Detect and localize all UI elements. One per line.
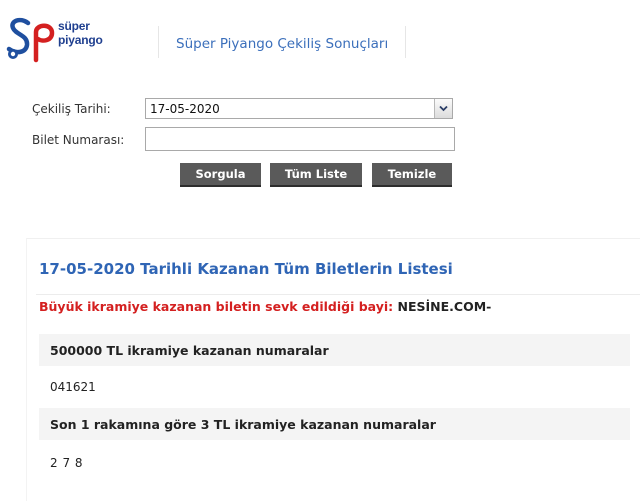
jackpot-dealer-value: NESİNE.COM-	[397, 299, 492, 314]
draw-date-select[interactable]: 17-05-2020	[145, 98, 453, 119]
draw-date-label: Çekiliş Tarihi:	[32, 102, 111, 116]
header-divider-left	[158, 26, 159, 58]
prize-winning-numbers: 2 7 8	[50, 456, 83, 470]
ticket-number-label: Bilet Numarası:	[32, 133, 125, 147]
full-list-button[interactable]: Tüm Liste	[270, 163, 362, 187]
logo-text-line-1: süper	[58, 19, 90, 33]
super-piyango-logo[interactable]: süper piyango	[6, 14, 124, 64]
clear-button[interactable]: Temizle	[372, 163, 452, 187]
jackpot-dealer-info: Büyük ikramiye kazanan biletin sevk edil…	[39, 299, 491, 314]
prize-section-title: Son 1 rakamına göre 3 TL ikramiye kazana…	[50, 417, 436, 432]
query-button[interactable]: Sorgula	[180, 163, 261, 187]
jackpot-dealer-label: Büyük ikramiye kazanan biletin sevk edil…	[39, 299, 394, 314]
logo-text-line-2: piyango	[58, 33, 103, 47]
header-divider-right	[405, 26, 406, 58]
draw-date-selected-value: 17-05-2020	[150, 102, 220, 116]
page-title: Süper Piyango Çekiliş Sonuçları	[176, 36, 389, 52]
prize-section-title: 500000 TL ikramiye kazanan numaralar	[50, 343, 329, 358]
sp-logo-mark-icon	[6, 17, 55, 63]
results-title: 17-05-2020 Tarihli Kazanan Tüm Biletleri…	[39, 260, 453, 278]
results-divider	[36, 294, 640, 295]
chevron-down-icon	[439, 105, 448, 112]
select-dropdown-button[interactable]	[434, 99, 452, 118]
prize-winning-numbers: 041621	[50, 380, 96, 394]
ticket-number-input[interactable]	[145, 127, 455, 151]
